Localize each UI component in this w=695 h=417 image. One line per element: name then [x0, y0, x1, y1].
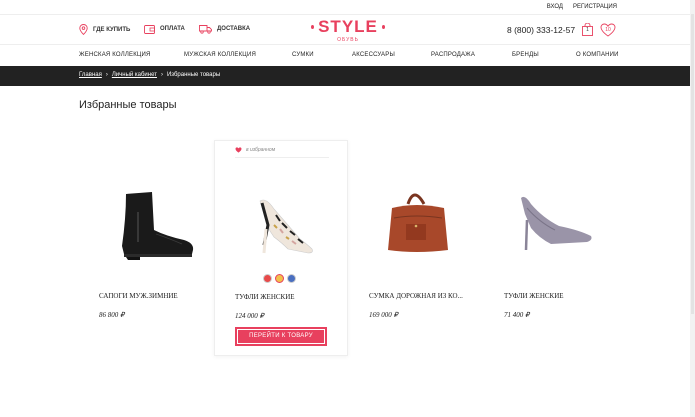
breadcrumb: Главная › Личный кабинет › Избранные тов… — [79, 72, 220, 78]
scrollbar[interactable] — [690, 0, 695, 417]
product-price: 124 000 ₽ — [235, 312, 264, 320]
swatch-yellow[interactable] — [275, 274, 284, 283]
heel-grey-icon — [521, 196, 592, 251]
delivery-link[interactable]: ДОСТАВКА — [199, 24, 250, 34]
product-price: 169 000 ₽ — [369, 311, 398, 319]
delivery-label: ДОСТАВКА — [217, 26, 251, 32]
product-name[interactable]: ТУФЛИ ЖЕНСКИЕ — [504, 292, 614, 300]
product-name[interactable]: СУМКА ДОРОЖНАЯ ИЗ КО... — [369, 292, 479, 300]
truck-icon — [199, 25, 212, 34]
favorite-toggle[interactable]: в избранном — [235, 147, 275, 153]
product-card[interactable]: САПОГИ МУЖ.ЗИМНИЕ 86 800 ₽ — [79, 140, 213, 356]
breadcrumb-account[interactable]: Личный кабинет — [112, 72, 157, 78]
heel-pattern-icon — [259, 199, 313, 254]
favorite-label: в избранном — [246, 147, 276, 153]
where-to-buy-label: ГДЕ КУПИТЬ — [93, 26, 131, 33]
site-header: ГДЕ КУПИТЬ ОПЛАТА ДОСТАВКА STYLE ОБУВЬ 8… — [0, 14, 695, 45]
location-pin-icon — [79, 24, 88, 35]
nav-women[interactable]: ЖЕНСКАЯ КОЛЛЕКЦИЯ — [79, 52, 151, 58]
top-bar: ВХОД РЕГИСТРАЦИЯ — [0, 0, 695, 14]
breadcrumb-separator: › — [160, 72, 163, 78]
go-to-product-button[interactable]: ПЕРЕЙТИ К ТОВАРУ — [235, 327, 327, 346]
nav-men[interactable]: МУЖСКАЯ КОЛЛЕКЦИЯ — [184, 52, 256, 58]
product-price: 86 800 ₽ — [99, 311, 125, 319]
swatch-red[interactable] — [263, 274, 272, 283]
color-swatches — [263, 274, 296, 283]
cart-button[interactable]: 1 — [582, 22, 593, 36]
where-to-buy-link[interactable]: ГДЕ КУПИТЬ — [79, 24, 130, 35]
product-card[interactable]: в избранном ТУФЛИ ЖЕНСКИЕ 124 000 ₽ ПЕРЕ… — [214, 140, 348, 356]
breadcrumb-separator: › — [105, 72, 108, 78]
boot-icon — [122, 192, 194, 260]
logo-subtitle: ОБУВЬ — [337, 37, 359, 43]
nav-brands[interactable]: БРЕНДЫ — [512, 52, 539, 58]
main-nav: ЖЕНСКАЯ КОЛЛЕКЦИЯ МУЖСКАЯ КОЛЛЕКЦИЯ СУМК… — [0, 46, 695, 66]
heart-filled-icon — [235, 147, 242, 153]
nav-bags[interactable]: СУМКИ — [292, 52, 314, 58]
breadcrumb-current: Избранные товары — [166, 72, 221, 78]
logo[interactable]: STYLE ОБУВЬ — [311, 18, 385, 46]
product-name[interactable]: САПОГИ МУЖ.ЗИМНИЕ — [99, 292, 209, 300]
login-link[interactable]: ВХОД — [547, 4, 563, 10]
payment-label: ОПЛАТА — [160, 26, 185, 32]
payment-link[interactable]: ОПЛАТА — [144, 24, 185, 34]
breadcrumb-home[interactable]: Главная — [79, 72, 102, 78]
scrollbar-thumb[interactable] — [691, 14, 694, 314]
product-name[interactable]: ТУФЛИ ЖЕНСКИЕ — [235, 293, 345, 301]
favorites-button[interactable]: 10 — [600, 23, 616, 37]
breadcrumb-bar: Главная › Личный кабинет › Избранные тов… — [0, 66, 695, 86]
logo-dot-right — [381, 25, 385, 29]
nav-about[interactable]: О КОМПАНИИ — [576, 52, 619, 58]
page-title: Избранные товары — [79, 99, 177, 111]
product-price: 71 400 ₽ — [504, 311, 530, 319]
account-links: ВХОД РЕГИСТРАЦИЯ — [547, 4, 617, 10]
wallet-icon — [144, 25, 155, 34]
cart-count: 1 — [586, 27, 589, 33]
swatch-blue[interactable] — [287, 274, 296, 283]
bag-icon — [388, 193, 448, 252]
nav-accessories[interactable]: АКСЕССУАРЫ — [352, 52, 395, 58]
phone-number[interactable]: 8 (800) 333-12-57 — [507, 25, 575, 35]
register-link[interactable]: РЕГИСТРАЦИЯ — [573, 4, 617, 10]
logo-dot-left — [311, 25, 315, 29]
product-card[interactable]: СУМКА ДОРОЖНАЯ ИЗ КО... 169 000 ₽ — [349, 140, 483, 356]
logo-word: STYLE — [318, 17, 378, 36]
nav-sale[interactable]: РАСПРОДАЖА — [431, 52, 475, 58]
favorites-count: 10 — [605, 27, 611, 33]
product-card[interactable]: ТУФЛИ ЖЕНСКИЕ 71 400 ₽ — [484, 140, 618, 356]
divider — [235, 157, 329, 158]
